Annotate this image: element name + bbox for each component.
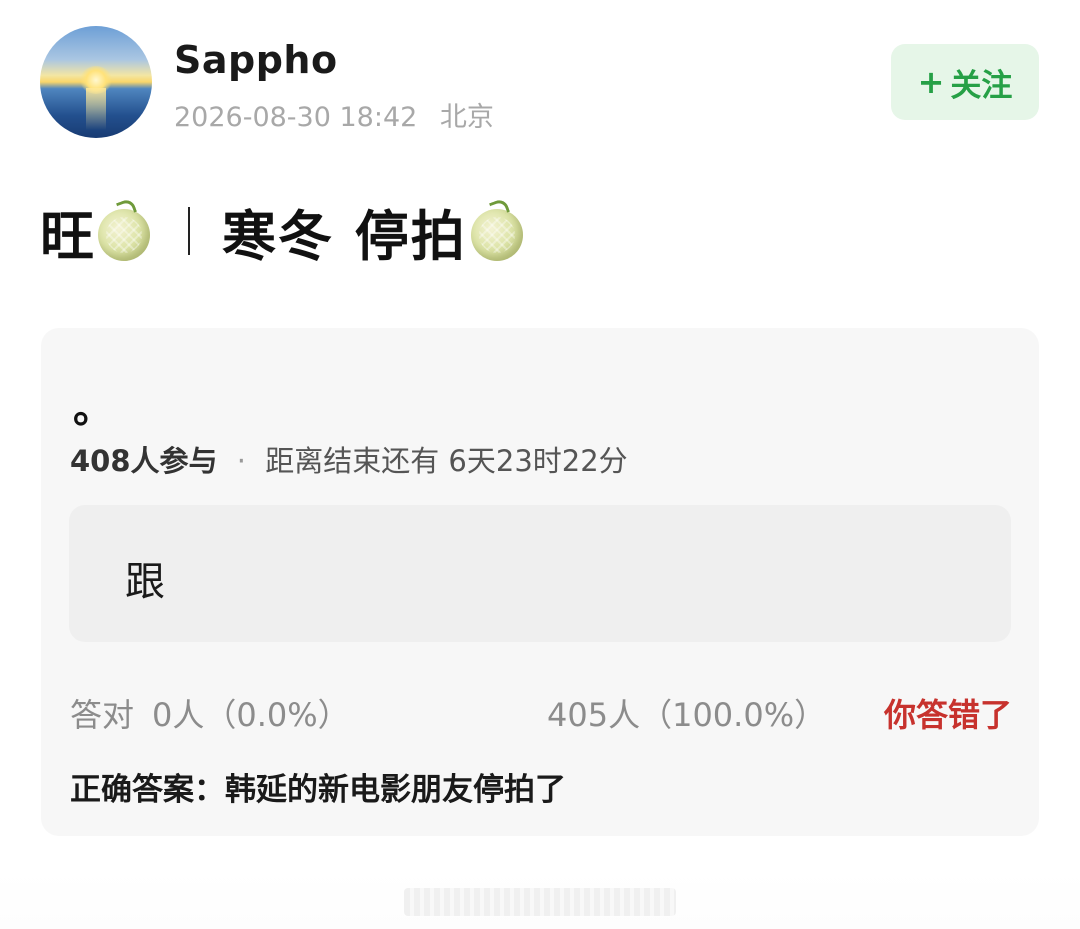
correct-value: 0人（0.0%） <box>152 696 350 734</box>
melon-icon <box>98 209 150 261</box>
post-timestamp: 2026-08-30 18:42 <box>174 102 418 133</box>
follow-button[interactable]: + 关注 <box>891 44 1039 120</box>
quiz-question: 。 <box>73 386 113 432</box>
quiz-card: 。 408人参与 · 距离结束还有 6天23时22分 跟 答对 0人（0.0%） … <box>41 328 1039 836</box>
participant-count: 408人参与 <box>70 444 218 478</box>
melon-icon <box>470 209 523 261</box>
post-meta: 2026-08-30 18:42 北京 <box>174 95 494 134</box>
post-title: 旺 寒冬 停拍 <box>40 196 523 268</box>
avatar[interactable] <box>40 26 152 138</box>
title-part-2: 寒冬 停拍 <box>222 204 467 268</box>
stats-separator: · <box>236 444 246 478</box>
quiz-result-row: 答对 0人（0.0%） 405人（100.0%） 你答错了 <box>70 690 1012 734</box>
option-result: 405人（100.0%） <box>547 696 827 734</box>
author-name[interactable]: Sappho <box>174 38 338 82</box>
follow-label: 关注 <box>950 67 1013 104</box>
plus-icon: + <box>917 63 945 101</box>
avatar-sea-glint <box>86 88 106 130</box>
option-label: 跟 <box>125 559 165 605</box>
watermark-blur <box>404 888 676 916</box>
post-location: 北京 <box>439 102 494 133</box>
quiz-option[interactable]: 跟 <box>69 505 1011 642</box>
verdict-text: 你答错了 <box>883 696 1012 734</box>
quiz-stats: 408人参与 · 距离结束还有 6天23时22分 <box>70 438 628 480</box>
title-divider <box>188 207 190 255</box>
correct-summary: 答对 0人（0.0%） <box>70 690 350 736</box>
countdown-text: 距离结束还有 6天23时22分 <box>265 444 628 478</box>
title-part-1: 旺 <box>40 204 94 268</box>
correct-label: 答对 <box>70 696 135 734</box>
correct-answer: 正确答案：韩延的新电影朋友停拍了 <box>70 772 566 808</box>
